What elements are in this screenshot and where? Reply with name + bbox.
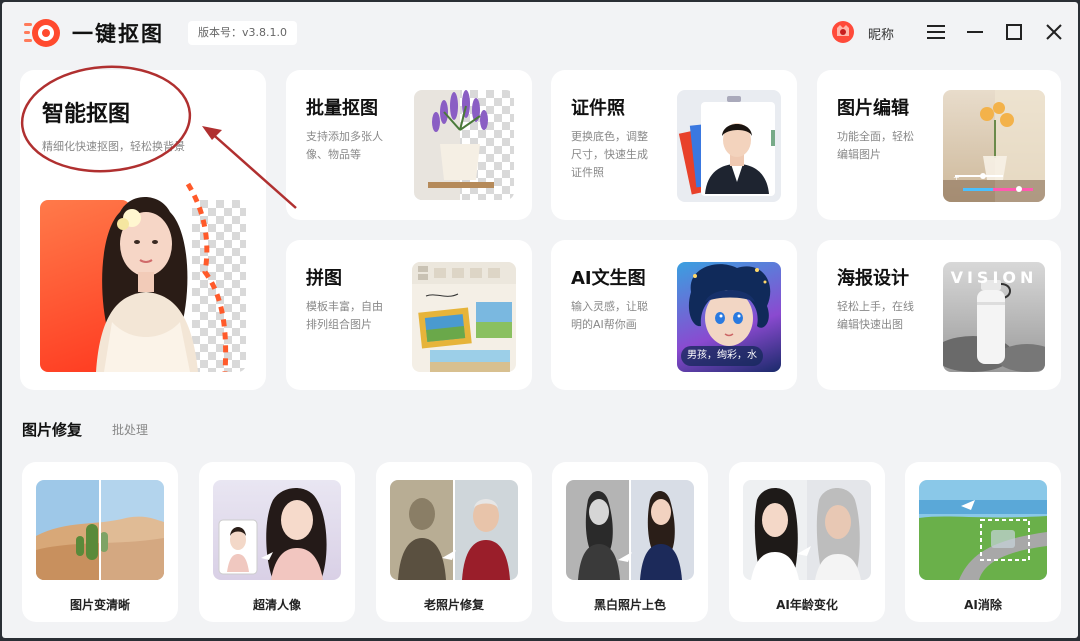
feature-desc-line2: 编辑快速出图 — [837, 318, 903, 331]
feature-card-batch-cutout[interactable]: 批量抠图 支持添加多张人 像、物品等 — [286, 70, 532, 220]
ai-erase-image — [919, 480, 1047, 580]
feature-title: AI文生图 — [571, 268, 646, 289]
feature-desc-line2: 明的AI帮你画 — [571, 318, 637, 331]
hero-portrait-image — [96, 182, 229, 372]
ai-text-to-image-image: 男孩，绚彩，水 — [677, 262, 781, 372]
hero-desc: 精细化快速抠图，轻松换背景 — [42, 140, 185, 153]
repair-label: AI消除 — [964, 598, 1002, 612]
maximize-icon[interactable] — [1002, 20, 1026, 44]
prompt-chip: 男孩，绚彩，水 — [681, 346, 763, 366]
feature-desc-line3: 证件照 — [571, 166, 604, 179]
feature-card-id-photo[interactable]: 证件照 更换底色，调整 尺寸，快速生成 证件照 — [551, 70, 797, 220]
version-badge: 版本号：v3.8.1.0 — [188, 21, 297, 45]
hero-title: 智能抠图 — [42, 102, 131, 127]
repair-label: 图片变清晰 — [69, 598, 130, 612]
batch-process-link[interactable]: 批处理 — [112, 421, 148, 438]
feature-title: 批量抠图 — [306, 98, 378, 119]
nickname-link[interactable]: 昵称 — [868, 24, 894, 43]
title-bar: 一键抠图 版本号：v3.8.1.0 昵称 — [2, 2, 1078, 62]
menu-icon[interactable] — [924, 20, 948, 44]
feature-desc-line1: 轻松上手，在线 — [837, 300, 914, 313]
minimize-icon[interactable] — [963, 20, 987, 44]
section-title-image-repair: 图片修复 — [22, 421, 83, 439]
repair-card-old-photo[interactable]: 老照片修复 — [376, 462, 532, 622]
feature-card-ai-text-to-image[interactable]: AI文生图 输入灵感，让聪 明的AI帮你画 男孩，绚彩，水 — [551, 240, 797, 390]
repair-card-age-change[interactable]: AI年龄变化 — [729, 462, 885, 622]
hero-card-smart-cutout[interactable]: 智能抠图 精细化快速抠图，轻松换背景 — [20, 70, 266, 390]
feature-desc-line2: 编辑图片 — [837, 148, 881, 161]
app-window: 一键抠图 版本号：v3.8.1.0 昵称 智能抠图 精细化快速抠图，轻松换背景 — [2, 2, 1078, 638]
feature-desc-line2: 排列组合图片 — [306, 318, 372, 331]
feature-card-poster-design[interactable]: 海报设计 轻松上手，在线 编辑快速出图 VISION — [817, 240, 1061, 390]
colorize-image — [566, 480, 694, 580]
repair-card-hd-portrait[interactable]: 超清人像 — [199, 462, 355, 622]
old-photo-image — [390, 480, 518, 580]
feature-title: 海报设计 — [837, 268, 909, 289]
repair-label: AI年龄变化 — [776, 598, 838, 612]
feature-title: 拼图 — [306, 268, 342, 289]
close-icon[interactable] — [1042, 20, 1066, 44]
feature-desc-line1: 功能全面，轻松 — [837, 130, 914, 143]
collage-image — [412, 262, 516, 372]
poster-design-image: VISION — [943, 262, 1045, 372]
app-logo-icon — [24, 19, 60, 47]
feature-desc-line1: 更换底色，调整 — [571, 130, 648, 143]
repair-label: 超清人像 — [252, 598, 301, 612]
id-photo-image — [677, 90, 781, 202]
feature-card-image-edit[interactable]: 图片编辑 功能全面，轻松 编辑图片 + — [817, 70, 1061, 220]
feature-desc-line2: 像、物品等 — [306, 148, 361, 161]
feature-title: 图片编辑 — [837, 98, 909, 119]
age-change-image — [743, 480, 871, 580]
feature-desc-line2: 尺寸，快速生成 — [571, 148, 648, 161]
poster-logo-text: VISION — [950, 268, 1038, 287]
svg-text:+: + — [953, 173, 960, 182]
app-title: 一键抠图 — [72, 22, 164, 46]
image-edit-image: + — [943, 90, 1045, 202]
repair-label: 老照片修复 — [423, 598, 484, 612]
feature-card-collage[interactable]: 拼图 模板丰富，自由 排列组合图片 — [286, 240, 532, 390]
sharpen-image — [36, 480, 164, 580]
feature-desc-line1: 模板丰富，自由 — [306, 300, 383, 313]
feature-desc-line1: 输入灵感，让聪 — [571, 300, 648, 313]
repair-card-ai-erase[interactable]: AI消除 — [905, 462, 1061, 622]
repair-card-colorize[interactable]: 黑白照片上色 — [552, 462, 708, 622]
feature-title: 证件照 — [571, 98, 625, 119]
hd-portrait-image — [213, 480, 341, 580]
feature-desc-line1: 支持添加多张人 — [306, 130, 383, 143]
user-avatar-icon[interactable] — [831, 20, 855, 44]
batch-cutout-image — [414, 90, 514, 200]
repair-card-sharpen[interactable]: 图片变清晰 — [22, 462, 178, 622]
repair-label: 黑白照片上色 — [593, 598, 666, 612]
